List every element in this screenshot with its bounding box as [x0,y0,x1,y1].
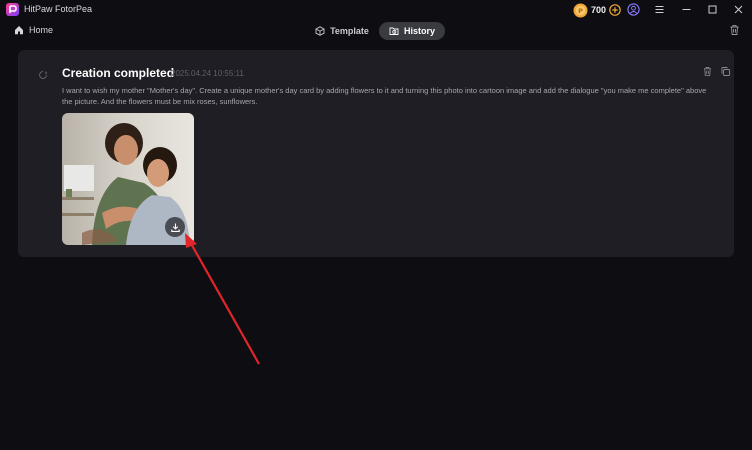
title-bar: HitPaw FotorPea P 700 [0,0,752,20]
menu-icon[interactable] [653,3,666,16]
tab-history-label: History [403,26,435,36]
user-icon[interactable] [627,3,640,16]
app-title: HitPaw FotorPea [24,4,93,14]
card-timestamp: 2025.04.24 10:55:11 [171,69,244,78]
copy-icon[interactable] [720,66,731,77]
folder-clock-icon [389,27,399,35]
download-icon [170,223,180,232]
tab-template[interactable]: Template [310,22,374,40]
app-logo-icon [6,3,19,16]
home-label: Home [29,25,54,35]
tab-template-label: Template [330,26,369,36]
tab-history[interactable]: History [379,22,445,40]
coin-icon: P [573,3,588,17]
prompt-text: I want to wish my mother "Mother's day".… [62,86,707,106]
minimize-icon[interactable] [680,3,693,16]
refresh-icon [39,71,48,79]
credits-badge[interactable]: P 700 [573,2,621,18]
trash-icon[interactable] [702,66,713,77]
result-image[interactable] [62,113,194,245]
close-icon[interactable] [732,3,745,16]
nav-bar: Home Template History [0,20,752,42]
trash-icon[interactable] [729,24,740,36]
plus-icon[interactable] [609,4,621,16]
home-icon [15,26,23,35]
cube-icon [315,26,325,36]
credit-count: 700 [591,5,607,15]
history-card: Creation completed 2025.04.24 10:55:11 I… [18,50,734,257]
download-button[interactable] [165,217,185,237]
card-title: Creation completed [62,66,175,80]
maximize-icon[interactable] [706,3,719,16]
svg-text:P: P [578,7,583,15]
home-button[interactable]: Home [14,25,53,35]
